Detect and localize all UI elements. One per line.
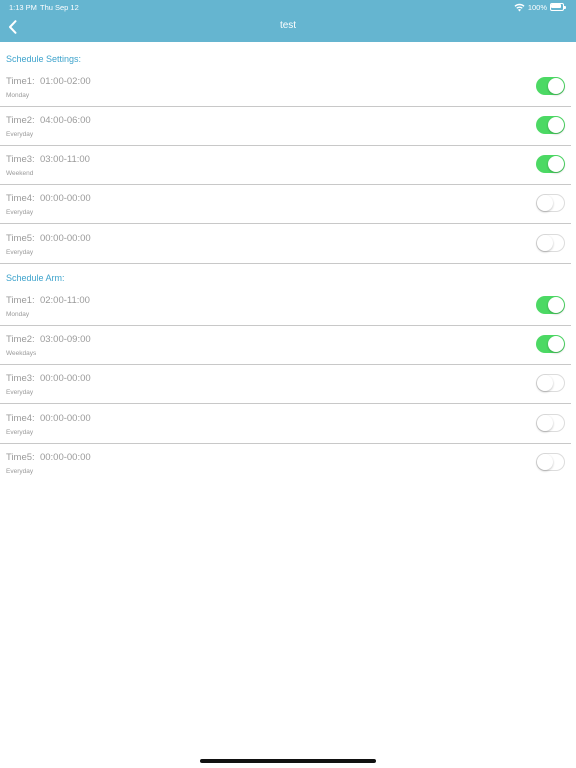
enable-toggle[interactable]: [536, 374, 565, 392]
battery-icon: [550, 3, 566, 11]
time-slot-label: Time1: 02:00-11:00: [6, 295, 90, 306]
time-slot-label: Time1: 01:00-02:00: [6, 76, 91, 87]
schedule-arm-row-1: Time1: 02:00-11:00 Monday: [0, 287, 576, 326]
schedule-arm-row-4: Time4: 00:00-00:00 Everyday: [0, 405, 576, 444]
wifi-icon: [514, 3, 525, 11]
time-slot-label: Time3: 03:00-11:00: [6, 154, 90, 165]
home-indicator: [200, 759, 376, 763]
enable-toggle[interactable]: [536, 116, 565, 134]
schedule-settings-row-2: Time2: 04:00-06:00 Everyday: [0, 107, 576, 146]
status-time: 1:13 PM: [9, 3, 37, 12]
schedule-arm-row-3: Time3: 00:00-00:00 Everyday: [0, 365, 576, 404]
repeat-label: Everyday: [6, 209, 34, 216]
schedule-arm-row-2: Time2: 03:00-09:00 Weekdays: [0, 326, 576, 365]
enable-toggle[interactable]: [536, 296, 565, 314]
time-slot-label: Time2: 03:00-09:00: [6, 334, 91, 345]
repeat-label: Weekend: [6, 170, 34, 177]
schedule-settings-row-4: Time4: 00:00-00:00 Everyday: [0, 185, 576, 224]
battery-percentage: 100%: [527, 2, 547, 12]
time-slot-label: Time3: 00:00-00:00: [6, 373, 91, 384]
time-slot-label: Time5: 00:00-00:00: [6, 233, 91, 244]
repeat-label: Monday: [6, 92, 30, 99]
row-divider: [0, 403, 571, 404]
row-divider: [0, 263, 571, 264]
enable-toggle[interactable]: [536, 194, 565, 212]
schedule-settings-row-5: Time5: 00:00-00:00 Everyday: [0, 225, 576, 264]
schedule-settings-row-3: Time3: 03:00-11:00 Weekend: [0, 146, 576, 185]
schedule-arm-header: Schedule Arm:: [6, 273, 65, 283]
time-slot-label: Time4: 00:00-00:00: [6, 193, 91, 204]
enable-toggle[interactable]: [536, 453, 565, 471]
enable-toggle[interactable]: [536, 234, 565, 252]
enable-toggle[interactable]: [536, 414, 565, 432]
time-slot-label: Time4: 00:00-00:00: [6, 413, 91, 424]
repeat-label: Everyday: [6, 249, 34, 256]
enable-toggle[interactable]: [536, 335, 565, 353]
status-indicators: 100%: [514, 2, 566, 12]
repeat-label: Everyday: [6, 468, 34, 475]
schedule-settings-header: Schedule Settings:: [6, 54, 82, 64]
repeat-label: Everyday: [6, 389, 34, 396]
schedule-arm-row-5: Time5: 00:00-00:00 Everyday: [0, 444, 576, 483]
repeat-label: Everyday: [6, 131, 34, 138]
row-divider: [0, 223, 571, 224]
page-title: test: [279, 20, 297, 31]
time-slot-label: Time5: 00:00-00:00: [6, 452, 91, 463]
schedule-settings-row-1: Time1: 01:00-02:00 Monday: [0, 68, 576, 107]
enable-toggle[interactable]: [536, 77, 565, 95]
enable-toggle[interactable]: [536, 155, 565, 173]
status-date: Thu Sep 12: [40, 3, 79, 12]
time-slot-label: Time2: 04:00-06:00: [6, 115, 91, 126]
navigation-bar: 1:13 PM Thu Sep 12 100% test: [0, 0, 576, 42]
repeat-label: Everyday: [6, 429, 34, 436]
repeat-label: Monday: [6, 311, 30, 318]
repeat-label: Weekdays: [6, 350, 37, 357]
